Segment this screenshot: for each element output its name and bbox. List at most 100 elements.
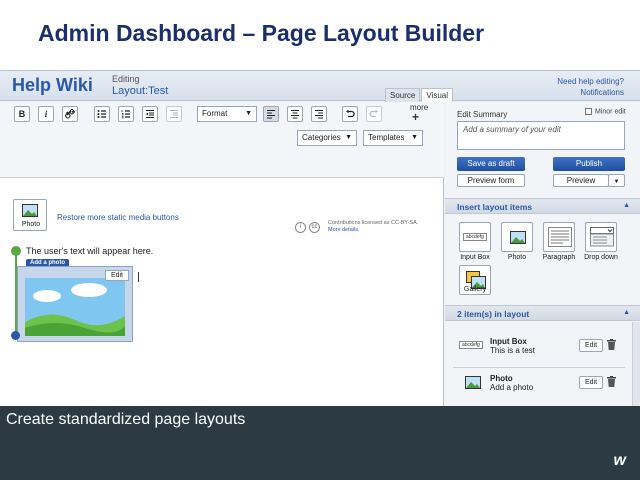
publish-button[interactable]: Publish <box>553 157 625 171</box>
align-left-icon <box>267 109 275 119</box>
align-left-button[interactable] <box>263 106 279 122</box>
photo-insert-button[interactable]: Photo <box>13 199 47 231</box>
redo-button[interactable] <box>366 106 382 122</box>
minor-edit-checkbox[interactable]: Minor edit <box>585 108 626 115</box>
chevron-down-icon: ▼ <box>411 134 418 141</box>
numbered-list-button[interactable] <box>118 106 134 122</box>
editor-pane: B i Format ▼ more + Categories ▼ Templat… <box>0 102 444 406</box>
tab-source[interactable]: Source <box>385 88 421 102</box>
edit-summary-label: Edit Summary <box>457 110 508 119</box>
collapse-icon[interactable]: ▲ <box>623 202 630 209</box>
redo-icon <box>369 109 378 118</box>
outdent-icon <box>146 109 154 119</box>
trash-icon[interactable] <box>607 376 616 387</box>
photo-edit-button[interactable]: Edit <box>104 270 129 281</box>
align-center-button[interactable] <box>287 106 303 122</box>
side-panel: Edit Summary Minor edit Add a summary of… <box>445 102 640 406</box>
tile-paragraph[interactable] <box>543 222 575 252</box>
page-name: Layout:Test <box>112 85 169 97</box>
notifications-link[interactable]: Notifications <box>580 88 624 97</box>
layout-row-edit-button[interactable]: Edit <box>579 339 603 352</box>
input-box-mini: abcdefg <box>459 341 483 349</box>
link-icon <box>65 109 75 119</box>
edit-summary-input[interactable]: Add a summary of your edit <box>457 121 625 150</box>
preview-form-button[interactable]: Preview form <box>457 174 525 187</box>
tile-photo[interactable] <box>501 222 533 252</box>
insert-items-header[interactable]: Insert layout items ▲ <box>445 198 640 214</box>
text-marker-dot <box>11 246 21 256</box>
restore-media-link[interactable]: Restore more static media buttons <box>57 213 179 222</box>
undo-icon <box>346 109 355 118</box>
layout-row-edit-button[interactable]: Edit <box>579 376 603 389</box>
align-right-button[interactable] <box>311 106 327 122</box>
photo-icon <box>465 376 481 389</box>
photo-button-label: Photo <box>21 221 41 228</box>
license-label: Contributions licensed as CC-BY-SA. <box>328 220 419 226</box>
brand-logo: w <box>613 452 626 469</box>
indent-button[interactable] <box>166 106 182 122</box>
preview-dropdown-button[interactable]: ▼ <box>608 174 625 187</box>
bold-button[interactable]: B <box>14 106 30 122</box>
checkbox-icon[interactable] <box>585 108 592 115</box>
help-link[interactable]: Need help editing? <box>557 77 624 86</box>
numbered-list-icon <box>121 110 130 119</box>
slide: Admin Dashboard – Page Layout Builder He… <box>0 0 640 480</box>
layout-row-title: Input Box <box>490 337 527 346</box>
tile-input-box[interactable]: abcdefg <box>459 222 491 252</box>
align-center-icon <box>291 109 299 119</box>
layout-items-header[interactable]: 2 item(s) in layout ▲ <box>445 305 640 321</box>
photo-icon <box>22 204 38 217</box>
logo[interactable]: Help Wiki <box>12 75 93 96</box>
view-tabs: Source Visual <box>385 88 454 102</box>
dropdown-icon <box>590 227 614 247</box>
license-text: Contributions licensed as CC-BY-SA. More… <box>328 220 418 233</box>
collapse-icon[interactable]: ▲ <box>623 309 630 316</box>
info-icon: i <box>295 222 306 233</box>
license-more-link[interactable]: More details. <box>328 227 418 233</box>
editor-canvas[interactable]: The user's text will appear here. Add a … <box>0 246 443 406</box>
layout-row-input-box[interactable]: abcdefg Input Box This is a test Edit <box>453 337 625 365</box>
align-right-icon <box>315 109 323 119</box>
photo-marker-dot <box>11 331 20 340</box>
format-select[interactable]: Format ▼ <box>197 106 257 122</box>
tile-label-photo: Photo <box>507 254 527 261</box>
bullet-list-button[interactable] <box>94 106 110 122</box>
photo-placeholder[interactable]: Edit <box>17 266 133 342</box>
chevron-down-icon: ▼ <box>345 134 352 141</box>
tile-drop-down[interactable] <box>585 222 617 252</box>
insert-items-title: Insert layout items <box>457 202 533 212</box>
format-select-label: Format <box>202 109 228 118</box>
layout-row-subtitle: Add a photo <box>490 383 534 392</box>
caption-band: Create standardized page layouts w <box>0 406 640 480</box>
chevron-down-icon: ▼ <box>245 110 252 117</box>
layout-row-subtitle: This is a test <box>490 346 535 355</box>
tile-label-gallery: Gallery <box>463 286 487 293</box>
save-draft-button[interactable]: Save as draft <box>457 157 525 171</box>
categories-select[interactable]: Categories ▼ <box>297 130 357 146</box>
landscape-photo-icon <box>25 278 125 336</box>
undo-button[interactable] <box>342 106 358 122</box>
input-box-mini: abcdefg <box>463 233 487 241</box>
toolbar: B i Format ▼ more + Categories ▼ Templat… <box>0 102 444 178</box>
layout-row-photo[interactable]: Photo Add a photo Edit <box>453 374 625 402</box>
paragraph-icon <box>548 227 572 247</box>
link-button[interactable] <box>62 106 78 122</box>
editing-label: Editing <box>112 74 140 84</box>
slide-caption: Create standardized page layouts <box>6 411 246 428</box>
layout-row-title: Photo <box>490 374 513 383</box>
trash-icon[interactable] <box>607 339 616 350</box>
user-text-placeholder[interactable]: The user's text will appear here. <box>26 246 153 256</box>
tab-visual[interactable]: Visual <box>421 88 454 102</box>
app-screenshot: Help Wiki Editing Layout:Test Source Vis… <box>0 70 640 406</box>
layout-items-title: 2 item(s) in layout <box>457 309 530 319</box>
more-button[interactable]: + <box>412 110 419 124</box>
bullet-list-icon <box>97 110 106 118</box>
chevron-down-icon: ▼ <box>613 179 620 185</box>
preview-button[interactable]: Preview <box>553 174 609 187</box>
templates-select-label: Templates <box>368 133 405 142</box>
categories-select-label: Categories <box>302 133 341 142</box>
italic-button[interactable]: i <box>38 106 54 122</box>
layout-scrollbar[interactable] <box>632 322 640 406</box>
outdent-button[interactable] <box>142 106 158 122</box>
templates-select[interactable]: Templates ▼ <box>363 130 423 146</box>
